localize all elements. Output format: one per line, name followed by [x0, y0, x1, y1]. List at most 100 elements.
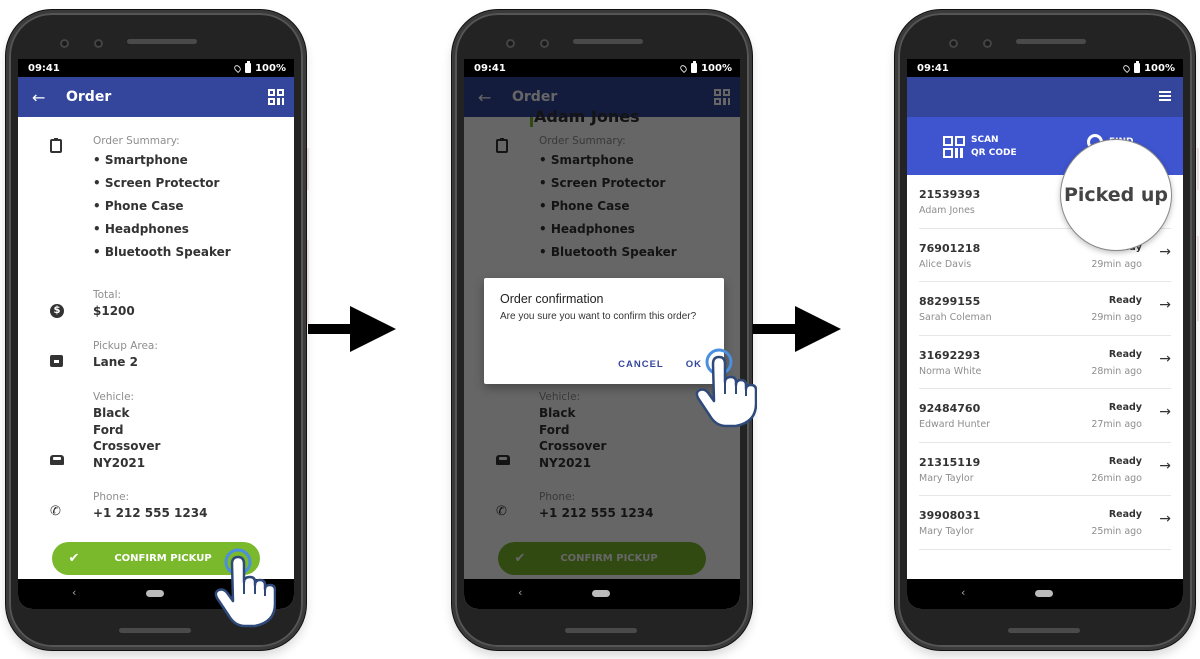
dollar-icon: $ [50, 304, 64, 318]
order-time: 29min ago [1091, 258, 1142, 270]
app-bar [907, 77, 1183, 117]
order-row[interactable]: 92484760 Edward Hunter Ready 27min ago → [919, 389, 1171, 443]
side-decoration [1197, 148, 1199, 190]
arrow-right-icon[interactable]: → [1159, 404, 1171, 420]
customer-name: Mary Taylor [919, 526, 974, 537]
qr-code-icon[interactable] [268, 89, 284, 105]
system-nav-bar: ‹ [907, 579, 1183, 609]
arrow-right-icon[interactable]: → [1159, 458, 1171, 474]
vehicle-plate: NY2021 [93, 455, 146, 470]
camera [540, 39, 549, 48]
customer-name: Norma White [919, 365, 982, 377]
hamburger-menu-icon[interactable] [1159, 91, 1171, 101]
order-status: Ready [1108, 455, 1142, 467]
car-icon [50, 455, 64, 465]
screen: 09:41 100% SCAN QR CODE FIND [907, 59, 1183, 609]
order-detail: Order Summary: • Smartphone • Screen Pro… [18, 117, 294, 609]
scan-qr-button[interactable]: SCAN QR CODE [943, 134, 1017, 160]
customer-name: Mary Taylor [919, 472, 974, 484]
battery-icon [691, 61, 698, 73]
order-status: Ready [1108, 348, 1142, 360]
battery-level: 100% [701, 62, 732, 74]
phone-label: Phone: [93, 491, 130, 503]
total-value: $1200 [93, 304, 135, 318]
battery-icon [245, 61, 252, 73]
flow-arrow-icon [308, 306, 396, 352]
order-row[interactable]: 39908031 Mary Taylor Ready 25min ago → [919, 496, 1171, 550]
camera [60, 39, 69, 48]
camera [94, 39, 103, 48]
arrow-right-icon[interactable]: → [1159, 511, 1171, 527]
camera [949, 39, 958, 48]
check-icon: ✔ [68, 551, 80, 566]
app-bar: ← Order [18, 77, 294, 117]
customer-name: Alice Davis [919, 258, 972, 270]
order-row[interactable]: 88299155 Sarah Coleman Ready 29min ago → [919, 282, 1171, 336]
status-bar: 09:41 100% [18, 59, 294, 77]
side-decoration [307, 148, 309, 190]
speaker [573, 39, 643, 44]
order-id: 21315119 [919, 455, 981, 469]
order-id: 39908031 [919, 509, 981, 522]
pickup-area-value: Lane 2 [93, 355, 138, 369]
vehicle-color: Black [93, 406, 130, 420]
vehicle-type: Crossover [93, 439, 161, 453]
page-title: Order [66, 89, 112, 105]
screen: 09:41 100% ← Order Adam Jones Order Summ… [464, 59, 740, 609]
battery-level: 100% [255, 62, 286, 74]
nav-home-button[interactable] [146, 590, 164, 597]
customer-name: Adam Jones [919, 205, 975, 216]
order-summary-label: Order Summary: [93, 135, 180, 147]
order-time: 26min ago [1091, 472, 1142, 484]
nav-back-icon[interactable]: ‹ [518, 586, 522, 599]
order-status: Ready [1108, 295, 1142, 306]
dialog-cancel-button[interactable]: CANCEL [618, 359, 664, 370]
magnifier-callout: Picked up [1060, 139, 1172, 251]
tap-hand-icon [214, 548, 276, 628]
phone-frame-order-list: 09:41 100% SCAN QR CODE FIND [895, 10, 1195, 650]
qr-code-label: QR CODE [971, 148, 1017, 158]
order-id: 88299155 [919, 295, 981, 308]
phone-icon: ✆ [50, 504, 61, 519]
phone-chin-bar [565, 628, 637, 633]
order-item: • Headphones [93, 222, 189, 236]
order-row[interactable]: 31692293 Norma White Ready 28min ago → [919, 336, 1171, 389]
vehicle-label: Vehicle: [93, 391, 135, 403]
location-icon [1122, 63, 1132, 73]
order-confirmation-dialog: Order confirmation Are you sure you want… [484, 278, 724, 384]
pickup-lane-icon [50, 355, 63, 367]
order-row[interactable]: 21315119 Mary Taylor Ready 26min ago → [919, 443, 1171, 496]
phone-value[interactable]: +1 212 555 1234 [93, 505, 207, 522]
pickup-area-label: Pickup Area: [93, 340, 158, 352]
status-time: 09:41 [917, 62, 949, 74]
phone-frame-confirmation: 09:41 100% ← Order Adam Jones Order Summ… [452, 10, 752, 650]
status-time: 09:41 [474, 62, 506, 74]
order-status: Ready [1108, 402, 1142, 413]
nav-home-button[interactable] [592, 590, 610, 597]
nav-back-icon[interactable]: ‹ [961, 586, 965, 599]
picked-up-status: Picked up [1063, 184, 1169, 206]
arrow-right-icon[interactable]: → [1159, 351, 1171, 367]
back-arrow-icon[interactable]: ← [32, 88, 66, 107]
dialog-message: Are you sure you want to confirm this or… [500, 311, 697, 322]
phone-chin-bar [119, 628, 191, 633]
tap-hand-icon [695, 348, 757, 428]
camera [983, 39, 992, 48]
qr-code-icon [943, 136, 965, 158]
order-item: • Phone Case [93, 199, 184, 213]
side-decoration [1197, 236, 1199, 321]
nav-home-button[interactable] [1035, 590, 1053, 597]
status-bar: 09:41 100% [464, 59, 740, 77]
nav-back-icon[interactable]: ‹ [72, 586, 76, 599]
order-id: 92484760 [919, 402, 981, 415]
order-time: 29min ago [1091, 312, 1142, 323]
order-time: 25min ago [1091, 526, 1142, 537]
status-time: 09:41 [28, 62, 60, 74]
order-item: • Bluetooth Speaker [93, 245, 231, 259]
status-bar: 09:41 100% [907, 59, 1183, 77]
speaker [127, 39, 197, 44]
arrow-right-icon[interactable]: → [1159, 244, 1171, 260]
phone-chin-bar [1008, 628, 1080, 633]
arrow-right-icon[interactable]: → [1159, 297, 1171, 313]
dialog-title: Order confirmation [500, 292, 604, 306]
